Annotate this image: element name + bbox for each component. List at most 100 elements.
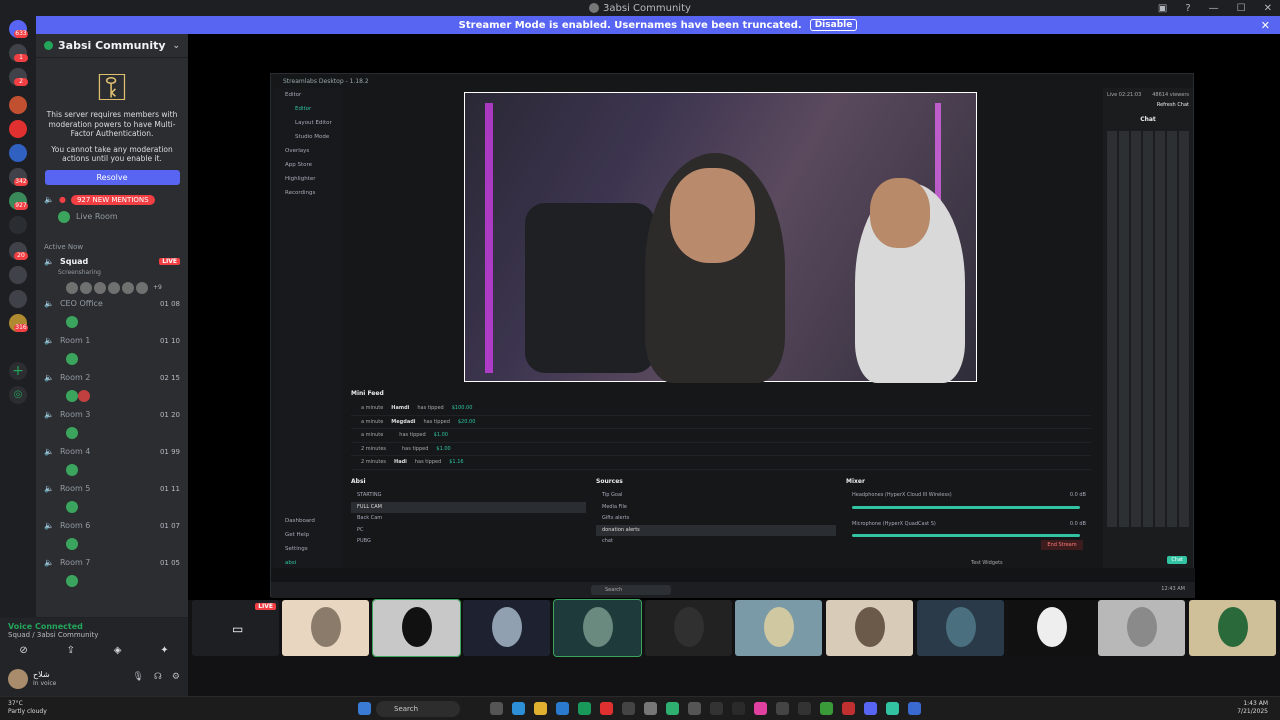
source-item[interactable]: donation alerts <box>596 524 836 536</box>
participant-tile[interactable] <box>553 599 642 657</box>
avatar[interactable] <box>66 575 78 587</box>
channel-room-7[interactable]: 🔈 Room 7 01 05 <box>36 556 188 570</box>
live-room-channel[interactable]: Live Room <box>36 205 188 223</box>
start-icon[interactable] <box>358 702 371 715</box>
avatar[interactable] <box>66 464 78 476</box>
participant-tile[interactable] <box>735 600 822 656</box>
participant-tile-stream[interactable]: LIVE ▭ <box>192 600 279 656</box>
chevron-down-icon[interactable]: ⌄ <box>172 41 180 51</box>
add-server-icon[interactable]: + <box>9 362 27 380</box>
channel-room-5[interactable]: 🔈 Room 5 01 11 <box>36 482 188 496</box>
tiktok-icon[interactable] <box>754 702 767 715</box>
streamlabs-icon[interactable] <box>886 702 899 715</box>
headphones-icon[interactable]: ☊ <box>154 672 162 682</box>
task-view-icon[interactable] <box>490 702 503 715</box>
banner-close-icon[interactable]: ✕ <box>1261 19 1270 32</box>
soundboard-icon[interactable]: ✦ <box>160 645 168 656</box>
nav-editor[interactable]: Editor <box>273 88 343 102</box>
end-stream-button[interactable]: End Stream <box>1041 540 1083 550</box>
participant-tile[interactable] <box>1189 600 1276 656</box>
app-icon[interactable] <box>710 702 723 715</box>
app-icon[interactable] <box>732 702 745 715</box>
settings-gear-icon[interactable]: ⚙ <box>172 672 180 682</box>
help-icon[interactable]: ? <box>1185 3 1190 14</box>
server-icon[interactable] <box>9 216 27 234</box>
avatar[interactable] <box>66 427 78 439</box>
avatar[interactable] <box>66 281 78 294</box>
avatar[interactable] <box>78 390 90 402</box>
server-icon[interactable] <box>9 290 27 308</box>
mic-icon[interactable]: 🎙 <box>132 672 143 682</box>
channel-room-3[interactable]: 🔈 Room 3 01 20 <box>36 408 188 422</box>
voice-channel[interactable]: Squad / 3absi Community <box>0 631 188 639</box>
store-icon[interactable] <box>556 702 569 715</box>
test-widgets-button[interactable]: Test Widgets <box>971 560 1003 566</box>
taskbar-clock[interactable]: 1:43 AM 7/21/2025 <box>1237 700 1268 716</box>
scene-item[interactable]: PC <box>351 525 586 537</box>
app-icon[interactable] <box>644 702 657 715</box>
app-icon[interactable] <box>798 702 811 715</box>
weather-widget[interactable]: 37°C Partly cloudy <box>8 700 47 716</box>
server-icon[interactable] <box>9 96 27 114</box>
participant-tile[interactable] <box>282 600 369 656</box>
nav-settings[interactable]: Settings <box>273 542 343 556</box>
app-icon[interactable] <box>842 702 855 715</box>
activity-icon[interactable]: ◈ <box>114 645 122 656</box>
opera-icon[interactable] <box>600 702 613 715</box>
avatar[interactable] <box>80 281 92 294</box>
file-explorer-icon[interactable] <box>534 702 547 715</box>
source-item[interactable]: chat <box>596 536 836 548</box>
app-icon[interactable] <box>776 702 789 715</box>
participant-tile[interactable] <box>826 600 913 656</box>
taskbar-search[interactable]: Search <box>376 701 460 717</box>
resolve-button[interactable]: Resolve <box>44 169 180 185</box>
channel-room-2[interactable]: 🔈 Room 2 02 15 <box>36 371 188 385</box>
channel-ceo-office[interactable]: 🔈 CEO Office 01 08 <box>36 297 188 311</box>
source-item[interactable]: Media File <box>596 502 836 514</box>
nav-app-store[interactable]: App Store <box>273 158 343 172</box>
channel-room-1[interactable]: 🔈 Room 1 01 10 <box>36 334 188 348</box>
source-item[interactable]: Tip Goal <box>596 490 836 502</box>
server-icon[interactable] <box>9 144 27 162</box>
app-icon[interactable] <box>622 702 635 715</box>
app-icon[interactable] <box>666 702 679 715</box>
nav-highlighter[interactable]: Highlighter <box>273 172 343 186</box>
avatar[interactable] <box>66 316 78 328</box>
participant-tile[interactable] <box>1098 600 1185 656</box>
avatar[interactable] <box>66 501 78 513</box>
nav-dashboard[interactable]: Dashboard <box>273 514 343 528</box>
avatar[interactable] <box>136 281 148 294</box>
volume-slider[interactable] <box>852 534 1080 537</box>
scene-item[interactable]: PUBG <box>351 536 586 548</box>
discord-icon[interactable] <box>864 702 877 715</box>
scene-item[interactable]: Back Cam <box>351 513 586 525</box>
source-item[interactable]: Gifts alerts <box>596 513 836 525</box>
ea-server-icon[interactable] <box>9 120 27 138</box>
nav-editor-sub[interactable]: Editor <box>273 102 343 116</box>
minimize-button[interactable]: — <box>1209 3 1219 14</box>
avatar[interactable] <box>94 281 106 294</box>
volume-slider[interactable] <box>852 505 1080 509</box>
participant-tile[interactable] <box>917 600 1004 656</box>
new-mentions-pill[interactable]: 927 NEW MENTIONS <box>70 194 155 205</box>
nav-get-help[interactable]: Get Help <box>273 528 343 542</box>
app-icon[interactable] <box>688 702 701 715</box>
channel-squad[interactable]: 🔈 Squad LIVE <box>36 255 188 269</box>
scene-item[interactable]: STARTING <box>351 490 586 502</box>
screenshare-icon[interactable]: ⇪ <box>67 645 75 656</box>
avatar[interactable] <box>66 538 78 550</box>
participant-tile[interactable] <box>463 600 550 656</box>
chrome-icon[interactable] <box>820 702 833 715</box>
edge-icon[interactable] <box>512 702 525 715</box>
participant-tile[interactable] <box>1008 600 1095 656</box>
camera-off-icon[interactable]: ⊘ <box>19 645 27 656</box>
refresh-chat-button[interactable]: Refresh Chat <box>1103 98 1193 108</box>
disable-button[interactable]: Disable <box>809 19 858 31</box>
avatar[interactable] <box>66 353 78 365</box>
channel-room-6[interactable]: 🔈 Room 6 01 07 <box>36 519 188 533</box>
nav-overlays[interactable]: Overlays <box>273 144 343 158</box>
avatar[interactable] <box>66 390 78 402</box>
nav-layout-editor[interactable]: Layout Editor <box>273 116 343 130</box>
guild-header[interactable]: 3absi Community ⌄ <box>36 34 188 58</box>
nav-recordings[interactable]: Recordings <box>273 186 343 200</box>
